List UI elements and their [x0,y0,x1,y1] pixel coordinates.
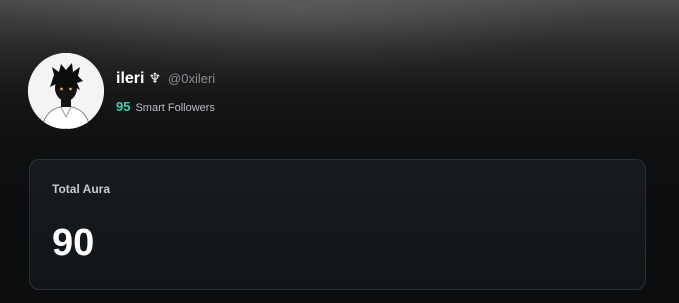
total-aura-value: 90 [52,222,95,264]
display-name[interactable]: ileri [116,70,144,88]
profile-header: ileri ♆ @0xileri 95 Smart Followers [28,53,215,129]
name-emblem-icon: ♆ [148,70,162,87]
avatar-image [28,53,104,129]
total-aura-title: Total Aura [52,182,111,196]
profile-identity: ileri ♆ @0xileri 95 Smart Followers [116,69,215,114]
avatar[interactable] [28,53,104,129]
total-aura-card: Total Aura 90 [29,159,646,290]
smart-followers-count: 95 [116,98,131,114]
smart-followers-label: Smart Followers [135,101,215,114]
smart-followers[interactable]: 95 Smart Followers [116,99,215,114]
name-row: ileri ♆ @0xileri [116,69,215,89]
user-handle[interactable]: @0xileri [168,71,215,86]
